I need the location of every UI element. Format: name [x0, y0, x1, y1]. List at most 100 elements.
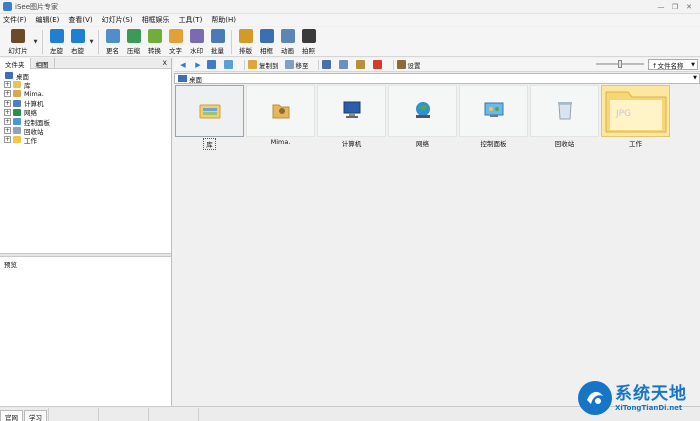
toolbar-button-slideshow[interactable]: 幻灯片	[4, 27, 32, 57]
chevron-down-icon: ▼	[691, 61, 695, 68]
recycle-bin-icon	[13, 127, 21, 135]
expand-icon[interactable]: +	[4, 127, 11, 135]
paste-button[interactable]	[355, 60, 367, 69]
thumbnail-item[interactable]: 回收站	[529, 85, 600, 150]
thumbnail-item[interactable]: 计算机	[316, 85, 387, 150]
toolbar-button-camera[interactable]: 拍照	[298, 27, 319, 57]
sort-select[interactable]: ↑文件名称 ▼	[648, 59, 698, 70]
preview-label: 预览	[4, 261, 17, 269]
chevron-down-icon[interactable]: ▼	[693, 75, 697, 81]
thumbnail-item[interactable]: 网络	[387, 85, 458, 150]
thumbnail-label: 网络	[416, 140, 429, 148]
toolbar-button-rename[interactable]: 更名	[102, 27, 123, 57]
thumbnail-box	[459, 85, 528, 137]
restore-button[interactable]: ❐	[668, 1, 682, 12]
thumbnail-label: 计算机	[341, 140, 362, 148]
thumbnail-label: Mima.	[270, 138, 291, 146]
toolbar-button-convert[interactable]: 转换	[144, 27, 165, 57]
delete-icon	[372, 60, 382, 69]
up-folder-button[interactable]	[207, 60, 218, 69]
toolbar-button-layout[interactable]: 排版	[235, 27, 256, 57]
toolbar-button-watermark[interactable]: 水印	[186, 27, 207, 57]
slideshow-icon	[11, 29, 25, 43]
cut-button[interactable]	[321, 60, 333, 69]
close-button[interactable]: ✕	[682, 1, 696, 12]
delete-button[interactable]	[372, 60, 384, 69]
toolbar-divider	[231, 30, 232, 54]
toolbar-button-label: 更名	[106, 47, 119, 55]
menu-slideshow[interactable]: 幻灯片(S)	[102, 15, 133, 25]
expand-icon[interactable]: +	[4, 90, 11, 98]
thumbnail-item[interactable]: Mima.	[245, 85, 316, 150]
toolbar-button-label: 批量	[211, 47, 224, 55]
chevron-down-icon[interactable]: ▼	[88, 27, 95, 57]
tools-icon	[396, 60, 406, 69]
menu-tools[interactable]: 工具(T)	[179, 15, 203, 25]
watermark-url: XiTongTianDi.net	[615, 403, 683, 412]
paste-icon	[355, 60, 365, 69]
toolbar-button-rotate-left[interactable]: 左旋	[46, 27, 67, 57]
tab-albums[interactable]: 相图	[31, 58, 55, 69]
site-watermark: 系统天地 XiTongTianDi.net	[578, 377, 700, 419]
thumbnail-box	[530, 85, 599, 137]
menu-file[interactable]: 文件(F)	[3, 15, 27, 25]
expand-icon[interactable]: +	[4, 99, 11, 107]
toolbar-divider	[42, 30, 43, 54]
tree-item[interactable]: + 工作	[0, 135, 171, 145]
divider	[244, 59, 245, 70]
chevron-down-icon[interactable]: ▼	[32, 27, 39, 57]
title-bar: iSee图片专家 — ❐ ✕	[0, 0, 700, 14]
toolbar-button-animation[interactable]: 动画	[277, 27, 298, 57]
copy-to-button[interactable]: 复制到	[248, 60, 279, 70]
tab-folders[interactable]: 文件夹	[0, 58, 31, 69]
expand-icon[interactable]: +	[4, 108, 11, 116]
layout-icon	[238, 29, 253, 43]
toolbar-button-compress[interactable]: 压缩	[123, 27, 144, 57]
watermark-title: 系统天地	[615, 383, 687, 404]
thumbnail-item[interactable]: JPG 工作	[600, 85, 671, 150]
zoom-slider-thumb[interactable]	[618, 60, 622, 68]
thumbnail-item[interactable]: 库	[174, 85, 245, 150]
menu-view[interactable]: 查看(V)	[68, 15, 92, 25]
zoom-slider[interactable]	[596, 60, 644, 68]
expand-icon[interactable]: +	[4, 118, 11, 126]
menu-edit[interactable]: 编辑(E)	[36, 15, 60, 25]
expand-icon[interactable]: +	[4, 136, 11, 144]
watermark-icon	[189, 29, 204, 43]
settings-button[interactable]: 设置	[396, 60, 421, 70]
close-panel-button[interactable]: X	[163, 59, 167, 67]
menu-frame-fun[interactable]: 相框娱乐	[142, 15, 170, 25]
library-icon	[13, 81, 21, 89]
thumbnail-item[interactable]: 控制面板	[458, 85, 529, 150]
view-mode-button[interactable]	[224, 60, 235, 69]
forward-button[interactable]: ▶	[192, 60, 204, 70]
minimize-button[interactable]: —	[654, 1, 668, 12]
toolbar-button-text[interactable]: 文字	[165, 27, 186, 57]
copy-to-icon	[248, 60, 257, 69]
tab-official-site[interactable]: 官网	[0, 410, 23, 421]
window-controls: — ❐ ✕	[654, 1, 696, 12]
address-bar[interactable]: 桌面 ▼	[174, 73, 700, 84]
toolbar-button-rotate-right[interactable]: 右旋	[67, 27, 88, 57]
expand-icon[interactable]: +	[4, 81, 11, 89]
tree-item-label: Mima.	[24, 89, 44, 98]
back-button[interactable]: ◀	[177, 60, 189, 70]
move-to-button[interactable]: 移至	[284, 60, 309, 70]
computer-icon	[13, 99, 21, 107]
batch-icon	[210, 29, 225, 43]
app-icon	[3, 2, 12, 11]
tree-item[interactable]: + 库	[0, 80, 171, 90]
tab-learn[interactable]: 学习	[24, 410, 47, 421]
move-to-label: 移至	[295, 61, 309, 70]
up-folder-icon	[207, 60, 216, 69]
toolbar-button-frame[interactable]: 相框	[256, 27, 277, 57]
menu-help[interactable]: 帮助(H)	[211, 15, 236, 25]
toolbar-button-batch[interactable]: 批量	[207, 27, 228, 57]
toolbar-button-label: 右旋	[71, 47, 84, 55]
thumbnail-label: 库	[203, 138, 216, 150]
divider	[392, 59, 394, 70]
copy-button[interactable]	[338, 60, 350, 69]
user-folder-icon	[13, 90, 21, 98]
folder-icon	[13, 136, 21, 144]
toolbar-divider	[98, 30, 99, 54]
